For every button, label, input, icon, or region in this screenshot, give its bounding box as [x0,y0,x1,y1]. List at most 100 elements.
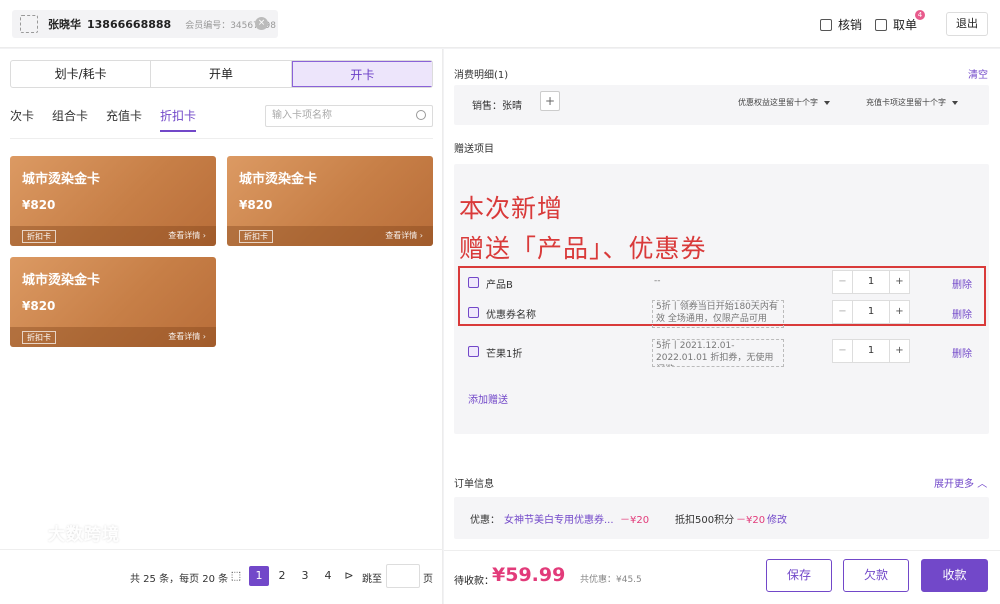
search-placeholder: 输入卡项名称 [272,110,332,121]
points-label: 抵扣500积分 [675,515,735,526]
collect-button[interactable]: 收款 [921,559,988,592]
member-name: 张晓华 [48,18,81,31]
card-footer: 折扣卡 查看详情 › [227,226,433,246]
page-4[interactable]: 4 [318,566,338,586]
member-chip[interactable]: 张晓华 13866668888 会员编号：34567898 × [12,10,278,38]
gift-checkbox[interactable] [468,307,479,318]
gift-desc: 5折丨2021.12.01-2022.01.01 折扣券，无使用门槛 [652,339,784,367]
gift-row: 产品B -- − 1 + 删除 [468,270,978,294]
add-sales-button[interactable]: + [540,91,560,111]
card-title: 城市烫染金卡 [22,273,101,288]
page-unit-label: 页 [423,574,433,585]
card-tag: 折扣卡 [22,331,56,344]
tab-recharge-card[interactable]: 充值卡 [106,107,142,132]
clear-button[interactable]: 清空 [968,66,988,81]
chevron-right-icon: › [202,332,206,341]
coupon-amount: －¥20 [620,515,650,526]
jump-page-input[interactable] [386,564,420,588]
sales-row: 销售：张晴 + 优惠权益这里留十个字 充值卡项这里留十个字 [454,85,989,125]
annotation-line-1: 本次新增 [459,194,564,223]
quantity-value[interactable]: 1 [853,301,889,323]
card-item[interactable]: 城市烫染金卡 ¥820 折扣卡 查看详情 › [10,156,216,246]
recharge-dropdown[interactable]: 充值卡项这里留十个字 [866,97,958,108]
checkout-bar: 待收款： ¥59.99 共优惠：¥45.5 保存 欠款 收款 [444,550,1000,604]
card-detail-link[interactable]: 查看详情 › [168,331,206,342]
card-detail-link[interactable]: 查看详情 › [385,230,423,241]
quantity-value[interactable]: 1 [853,340,889,362]
page-2[interactable]: 2 [272,566,292,586]
logout-button[interactable]: 退出 [946,12,988,36]
member-phone: 13866668888 [87,17,172,31]
chevron-right-icon: › [202,231,206,240]
gift-section-title: 赠送项目 [454,144,494,155]
due-amount: ¥59.99 [492,564,566,586]
jump-label: 跳至 [362,574,382,585]
page-1[interactable]: 1 [249,566,269,586]
fetch-order-button[interactable]: 取单 4 [875,10,926,33]
card-item[interactable]: 城市烫染金卡 ¥820 折扣卡 查看详情 › [227,156,433,246]
due-label: 待收款： [454,576,494,587]
discount-dropdown[interactable]: 优惠权益这里留十个字 [738,97,830,108]
card-footer: 折扣卡 查看详情 › [10,327,216,347]
segment-swipe-card[interactable]: 划卡/耗卡 [11,61,152,87]
segment-open-card[interactable]: 开卡 [291,61,432,87]
gift-row: 芒果1折 5折丨2021.12.01-2022.01.01 折扣券，无使用门槛 … [468,339,978,367]
card-tag: 折扣卡 [239,230,273,243]
card-title: 城市烫染金卡 [239,172,318,187]
writeoff-button[interactable]: 核销 [820,16,862,33]
increase-button[interactable]: + [889,271,909,293]
delete-gift-button[interactable]: 删除 [952,306,972,321]
card-tag: 折扣卡 [22,230,56,243]
save-button[interactable]: 保存 [766,559,832,592]
card-price: ¥820 [239,198,273,212]
increase-button[interactable]: + [889,301,909,323]
decrease-button[interactable]: − [833,271,853,293]
top-bar: 张晓华 13866668888 会员编号：34567898 × 核销 取单 4 … [0,0,1000,48]
card-title: 城市烫染金卡 [22,172,101,187]
card-search-input[interactable]: 输入卡项名称 [265,105,433,127]
prev-page-icon[interactable]: ⬚ [226,566,246,586]
card-item[interactable]: 城市烫染金卡 ¥820 折扣卡 查看详情 › [10,257,216,347]
gift-desc: 5折丨领券当日开始180天内有效 全场通用，仅限产品可用 [652,300,784,328]
gift-checkbox[interactable] [468,346,479,357]
coupon-link[interactable]: 女神节美白专用优惠券... [504,511,614,526]
card-footer: 折扣卡 查看详情 › [10,226,216,246]
card-price: ¥820 [22,299,56,313]
card-detail-link[interactable]: 查看详情 › [168,230,206,241]
quantity-stepper: − 1 + [832,270,910,294]
gift-name: 优惠券名称 [486,310,536,321]
delete-gift-button[interactable]: 删除 [952,345,972,360]
mode-segment: 划卡/耗卡 开单 开卡 [10,60,433,88]
points-amount: －¥20 [736,515,766,526]
increase-button[interactable]: + [889,340,909,362]
gift-row: 优惠券名称 5折丨领券当日开始180天内有效 全场通用，仅限产品可用 − 1 +… [468,300,978,328]
search-icon[interactable] [416,110,426,120]
writeoff-label: 核销 [838,18,863,32]
quantity-value[interactable]: 1 [853,271,889,293]
document-icon [875,18,887,31]
discount-label: 优惠： [470,515,500,526]
expand-more-link[interactable]: 展开更多 ︿ [934,475,987,490]
gift-name: 芒果1折 [486,349,523,360]
next-page-icon[interactable]: ⊳ [339,566,359,586]
pager-summary: 共 25 条，每页 20 条 [130,574,229,585]
gift-desc: -- [654,276,661,286]
tab-times-card[interactable]: 次卡 [10,107,34,132]
gift-checkbox[interactable] [468,277,479,288]
owe-button[interactable]: 欠款 [843,559,909,592]
page-3[interactable]: 3 [295,566,315,586]
delete-gift-button[interactable]: 删除 [952,276,972,291]
decrease-button[interactable]: − [833,340,853,362]
close-icon[interactable]: × [255,17,268,30]
writeoff-icon [820,18,832,31]
tab-discount-card[interactable]: 折扣卡 [160,107,197,132]
tab-combo-card[interactable]: 组合卡 [52,107,88,132]
add-gift-link[interactable]: 添加赠送 [468,391,508,406]
chevron-down-icon [824,100,830,105]
decrease-button[interactable]: − [833,301,853,323]
modify-link[interactable]: 修改 [767,511,787,526]
segment-open-order[interactable]: 开单 [151,61,292,87]
order-info-title: 订单信息 [454,479,494,490]
consumption-detail-title: 消费明细(1) [454,70,509,81]
total-discount: 共优惠：¥45.5 [580,575,642,585]
